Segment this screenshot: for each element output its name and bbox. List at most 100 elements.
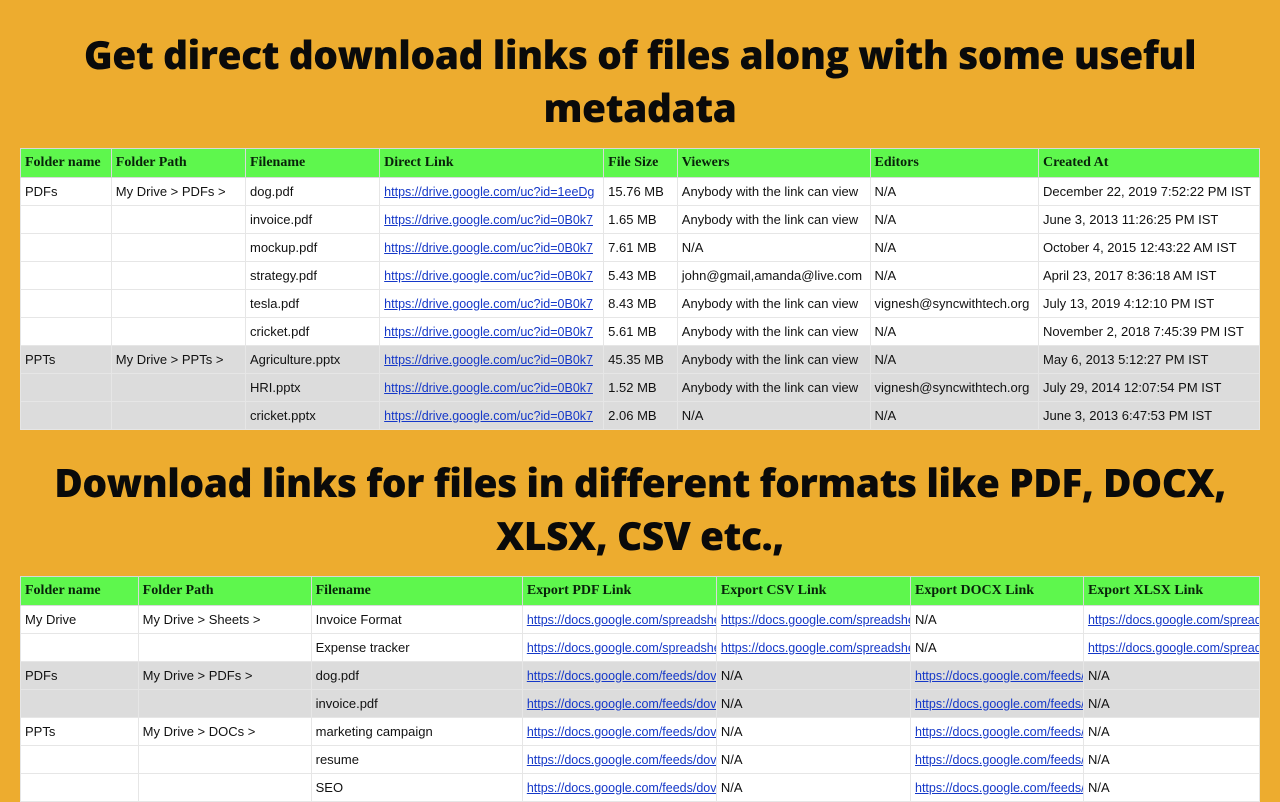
- table-cell: Anybody with the link can view: [677, 290, 870, 318]
- table-cell: N/A: [716, 746, 910, 774]
- table-cell: 2.06 MB: [604, 402, 678, 430]
- file-link[interactable]: https://docs.google.com/feeds/dov: [527, 697, 717, 711]
- file-link[interactable]: https://drive.google.com/uc?id=0B0k7: [384, 353, 593, 367]
- file-link[interactable]: https://docs.google.com/spreadsh: [1088, 641, 1260, 655]
- file-link[interactable]: https://drive.google.com/uc?id=0B0k7: [384, 269, 593, 283]
- table-cell: October 4, 2015 12:43:22 AM IST: [1038, 234, 1259, 262]
- table-cell: Anybody with the link can view: [677, 206, 870, 234]
- table-cell: N/A: [1083, 718, 1259, 746]
- table-cell: N/A: [870, 318, 1038, 346]
- file-link[interactable]: https://drive.google.com/uc?id=0B0k7: [384, 213, 593, 227]
- table-cell: N/A: [1083, 746, 1259, 774]
- table-cell: https://docs.google.com/feeds/: [911, 718, 1084, 746]
- table-cell: N/A: [716, 662, 910, 690]
- table-cell: N/A: [911, 606, 1084, 634]
- file-link[interactable]: https://drive.google.com/uc?id=0B0k7: [384, 409, 593, 423]
- table-cell: My Drive: [21, 606, 139, 634]
- table-cell: [21, 634, 139, 662]
- export-links-table: Folder nameFolder PathFilenameExport PDF…: [20, 576, 1260, 802]
- table-cell: https://docs.google.com/spreadshe: [522, 606, 716, 634]
- file-link[interactable]: https://drive.google.com/uc?id=0B0k7: [384, 325, 593, 339]
- table-cell: [138, 774, 311, 802]
- table-cell: john@gmail,amanda@live.com: [677, 262, 870, 290]
- column-header: Folder Path: [111, 149, 245, 178]
- table-cell: [111, 206, 245, 234]
- table-cell: My Drive > PPTs >: [111, 346, 245, 374]
- table-cell: December 22, 2019 7:52:22 PM IST: [1038, 178, 1259, 206]
- table-cell: My Drive > PDFs >: [111, 178, 245, 206]
- file-link[interactable]: https://docs.google.com/feeds/: [915, 753, 1083, 767]
- column-header: Viewers: [677, 149, 870, 178]
- file-link[interactable]: https://docs.google.com/feeds/dov: [527, 753, 717, 767]
- file-link[interactable]: https://docs.google.com/spreadshe: [721, 641, 911, 655]
- table-cell: N/A: [870, 234, 1038, 262]
- file-link[interactable]: https://docs.google.com/feeds/dov: [527, 669, 717, 683]
- table-cell: 8.43 MB: [604, 290, 678, 318]
- table-cell: 5.61 MB: [604, 318, 678, 346]
- table-cell: https://docs.google.com/feeds/: [911, 746, 1084, 774]
- file-link[interactable]: https://docs.google.com/feeds/: [915, 669, 1083, 683]
- table-row: invoice.pdfhttps://docs.google.com/feeds…: [21, 690, 1260, 718]
- table-row: cricket.pptxhttps://drive.google.com/uc?…: [21, 402, 1260, 430]
- file-link[interactable]: https://docs.google.com/feeds/: [915, 781, 1083, 795]
- table-cell: [21, 206, 112, 234]
- table-cell: N/A: [677, 402, 870, 430]
- table-cell: [21, 402, 112, 430]
- table-cell: 15.76 MB: [604, 178, 678, 206]
- table-cell: https://docs.google.com/spreadsh: [1083, 606, 1259, 634]
- table-cell: PPTs: [21, 718, 139, 746]
- table-row: My DriveMy Drive > Sheets >Invoice Forma…: [21, 606, 1260, 634]
- table-cell: [138, 634, 311, 662]
- column-header: Filename: [245, 149, 379, 178]
- file-link[interactable]: https://docs.google.com/spreadshe: [527, 641, 717, 655]
- table-cell: marketing campaign: [311, 718, 522, 746]
- table-row: resumehttps://docs.google.com/feeds/dovN…: [21, 746, 1260, 774]
- table-cell: 5.43 MB: [604, 262, 678, 290]
- table-cell: https://docs.google.com/spreadshe: [522, 634, 716, 662]
- column-header: Editors: [870, 149, 1038, 178]
- file-link[interactable]: https://drive.google.com/uc?id=0B0k7: [384, 381, 593, 395]
- table-cell: https://docs.google.com/spreadshe: [716, 606, 910, 634]
- table-cell: https://drive.google.com/uc?id=0B0k7: [380, 402, 604, 430]
- table-cell: mockup.pdf: [245, 234, 379, 262]
- table-cell: May 6, 2013 5:12:27 PM IST: [1038, 346, 1259, 374]
- table-cell: N/A: [1083, 690, 1259, 718]
- table-cell: [111, 374, 245, 402]
- table-row: PDFsMy Drive > PDFs >dog.pdfhttps://docs…: [21, 662, 1260, 690]
- table-cell: PDFs: [21, 178, 112, 206]
- table-header-row: Folder nameFolder PathFilenameDirect Lin…: [21, 149, 1260, 178]
- table-cell: dog.pdf: [245, 178, 379, 206]
- table-cell: https://docs.google.com/feeds/: [911, 662, 1084, 690]
- page-title-2: Download links for files in different fo…: [20, 456, 1260, 562]
- table-row: tesla.pdfhttps://drive.google.com/uc?id=…: [21, 290, 1260, 318]
- table-cell: https://drive.google.com/uc?id=0B0k7: [380, 206, 604, 234]
- table-cell: N/A: [716, 690, 910, 718]
- file-link[interactable]: https://docs.google.com/spreadsh: [1088, 613, 1260, 627]
- file-link[interactable]: https://docs.google.com/feeds/dov: [527, 781, 717, 795]
- file-link[interactable]: https://drive.google.com/uc?id=0B0k7: [384, 241, 593, 255]
- table-cell: N/A: [870, 206, 1038, 234]
- file-link[interactable]: https://drive.google.com/uc?id=1eeDg: [384, 185, 594, 199]
- table-cell: https://drive.google.com/uc?id=0B0k7: [380, 262, 604, 290]
- table-cell: [21, 746, 139, 774]
- column-header: Export XLSX Link: [1083, 577, 1259, 606]
- column-header: Created At: [1038, 149, 1259, 178]
- table-cell: [111, 262, 245, 290]
- table-cell: [21, 290, 112, 318]
- file-link[interactable]: https://docs.google.com/feeds/: [915, 697, 1083, 711]
- table-cell: PPTs: [21, 346, 112, 374]
- table-cell: Anybody with the link can view: [677, 178, 870, 206]
- file-link[interactable]: https://docs.google.com/spreadshe: [721, 613, 911, 627]
- table-cell: November 2, 2018 7:45:39 PM IST: [1038, 318, 1259, 346]
- file-link[interactable]: https://docs.google.com/feeds/dov: [527, 725, 717, 739]
- table-cell: [138, 690, 311, 718]
- table-cell: [111, 318, 245, 346]
- table-cell: Anybody with the link can view: [677, 318, 870, 346]
- file-link[interactable]: https://docs.google.com/spreadshe: [527, 613, 717, 627]
- file-link[interactable]: https://drive.google.com/uc?id=0B0k7: [384, 297, 593, 311]
- table-cell: [21, 690, 139, 718]
- table-cell: My Drive > PDFs >: [138, 662, 311, 690]
- file-link[interactable]: https://docs.google.com/feeds/: [915, 725, 1083, 739]
- table-cell: https://drive.google.com/uc?id=1eeDg: [380, 178, 604, 206]
- table-cell: [21, 262, 112, 290]
